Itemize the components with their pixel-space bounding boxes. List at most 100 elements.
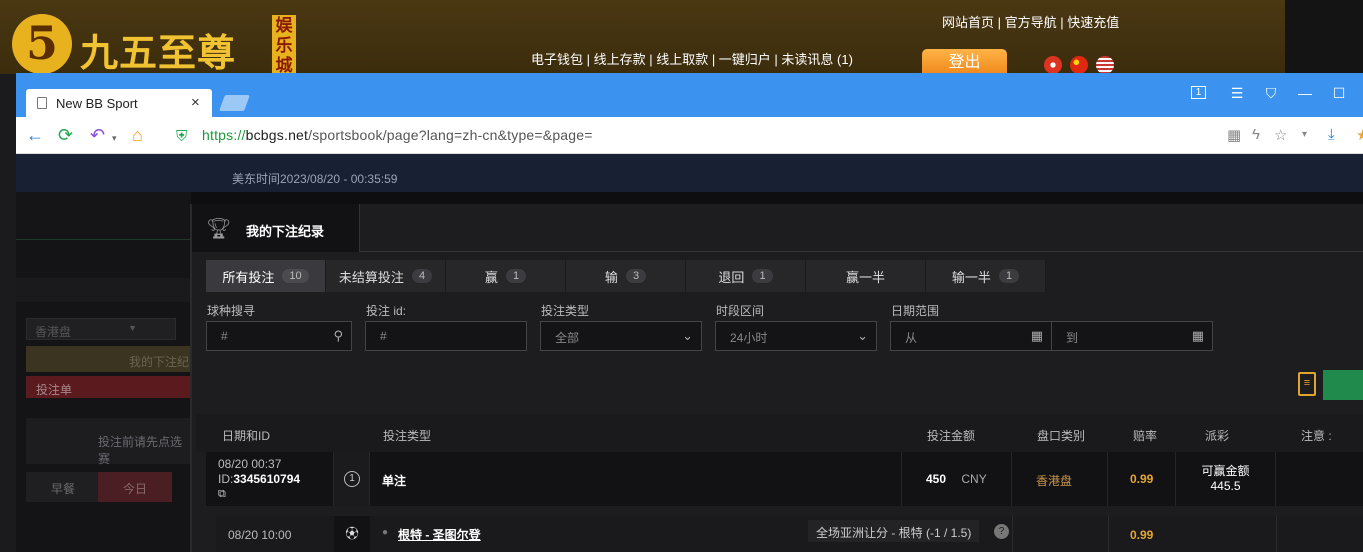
col-bet-type: 投注类型 xyxy=(383,429,432,443)
date-from-placeholder: 从 xyxy=(905,331,918,345)
bet-history-panel: 🏆︎ 我的下注纪录 所有投注 10 未结算投注 4 赢1 输3 退回 1 赢一半 输一… xyxy=(190,204,1363,552)
home-icon[interactable]: ⌂ xyxy=(132,125,143,145)
maximize-icon[interactable]: ☐ xyxy=(1328,85,1350,102)
server-time: 美东时间2023/08/20 - 00:35:59 xyxy=(232,172,398,186)
bet-currency: CNY xyxy=(961,472,987,486)
date-to-input[interactable]: 到 ▦ xyxy=(1051,321,1213,351)
url-host: bcbgs.net xyxy=(245,127,309,143)
payout-value: 445.5 xyxy=(1210,479,1241,493)
odds-format-select[interactable]: 香港盘 ▼ xyxy=(26,318,176,340)
cn-flag-icon[interactable] xyxy=(1070,56,1088,74)
chevron-down-icon: ⌄ xyxy=(857,328,868,343)
table-row[interactable]: 08/20 10:00 ⚽︎ ● 根特 - 圣图尔登 全场亚洲让分 - 根特 (… xyxy=(216,516,1363,552)
download-icon[interactable]: ⤓ xyxy=(1328,126,1335,143)
calendar-icon[interactable]: ▦ xyxy=(1192,328,1204,344)
qr-icon[interactable]: ▦ xyxy=(1227,126,1241,144)
tab-label: 输一半 xyxy=(951,269,991,285)
search-icon[interactable]: ⚲ xyxy=(333,328,343,344)
panel-title: 我的下注纪录 xyxy=(246,224,325,239)
cell-type: 单注 xyxy=(370,452,902,506)
info-icon[interactable]: ? xyxy=(994,524,1009,539)
logout-button[interactable]: 登出 xyxy=(922,49,1007,74)
divider xyxy=(1276,516,1277,552)
left-sidebar: 香港盘 ▼ 我的下注纪 投注单 投注前请先点选赛 早餐 今日 xyxy=(16,192,191,552)
back-icon[interactable]: ← xyxy=(26,125,44,145)
calendar-icon[interactable]: ▦ xyxy=(1031,328,1043,344)
undo-icon[interactable]: ↶ xyxy=(90,125,105,145)
menu-icon[interactable]: ☰ xyxy=(1226,85,1248,102)
star-icon[interactable]: ☆ xyxy=(1274,126,1287,144)
table-row[interactable]: 08/20 00:37 ID:3345610794 ⧉ 1 单注 450 CNY… xyxy=(206,452,1363,506)
match-name[interactable]: 根特 - 圣图尔登 xyxy=(398,526,481,543)
browser-tab[interactable]: New BB Sport × xyxy=(26,89,212,117)
top-links[interactable]: 网站首页 | 官方导航 | 快速充值 xyxy=(942,12,1119,31)
search-submit-button[interactable] xyxy=(1323,370,1363,400)
refresh-icon[interactable]: ⟳ xyxy=(58,125,73,145)
bet-slip-prompt: 投注前请先点选赛 xyxy=(26,418,191,466)
date-to-placeholder: 到 xyxy=(1066,331,1079,345)
tab-half-won[interactable]: 赢一半 xyxy=(806,260,926,292)
bet-type: 单注 xyxy=(382,474,407,488)
tab-label: 赢 xyxy=(484,269,498,285)
odds-format-value: 香港盘 xyxy=(35,325,72,339)
count-badge: 3 xyxy=(625,269,647,283)
bet-id-label: 投注 id: xyxy=(366,304,407,318)
date-from-input[interactable]: 从 ▦ xyxy=(890,321,1052,351)
sport-search-input[interactable]: # ⚲ xyxy=(206,321,352,351)
bet-datetime: 08/20 00:37 xyxy=(218,457,282,471)
document-icon xyxy=(37,97,47,109)
cell-payout: 可赢金额 445.5 xyxy=(1176,452,1276,506)
clipboard-icon[interactable]: ≡ xyxy=(1298,372,1316,396)
sidebar-band xyxy=(16,278,191,302)
browser-window: New BB Sport × 1 ☰ ⛉ — ☐ ← ⟳ ↶ ▾ ⌂ ⛨ htt… xyxy=(16,73,1363,552)
us-flag-icon[interactable] xyxy=(1096,56,1114,74)
bet-type-label: 投注类型 xyxy=(541,304,590,318)
minimize-icon[interactable]: — xyxy=(1294,85,1316,101)
col-notes: 注意 : xyxy=(1301,429,1332,443)
dropdown-icon[interactable]: ▾ xyxy=(112,128,117,148)
sport-search-placeholder: # xyxy=(221,329,228,343)
panel-header: 🏆︎ 我的下注纪录 xyxy=(192,204,360,252)
shirt-icon[interactable]: ⛉ xyxy=(1260,85,1282,102)
table-header: 日期和ID 投注类型 投注金额 盘口类别 赔率 派彩 注意 : xyxy=(196,414,1363,452)
url-field[interactable]: https://bcbgs.net/sportsbook/page?lang=z… xyxy=(202,127,593,143)
tab-unsettled[interactable]: 未结算投注 4 xyxy=(326,260,446,292)
tab-half-lost[interactable]: 输一半 1 xyxy=(926,260,1046,292)
my-bets-link[interactable]: 我的下注纪 xyxy=(26,346,191,372)
cell-legs: 1 xyxy=(334,452,370,506)
url-protocol: https:// xyxy=(202,127,246,143)
tab-title: New BB Sport xyxy=(56,96,138,111)
tab-refunded[interactable]: 退回 1 xyxy=(686,260,806,292)
tab-won[interactable]: 赢1 xyxy=(446,260,566,292)
tab-all-bets[interactable]: 所有投注 10 xyxy=(206,260,326,292)
account-links[interactable]: 电子钱包 | 线上存款 | 线上取款 | 一键归户 | 未读讯息 (1) xyxy=(531,49,853,68)
tab-label: 退回 xyxy=(718,269,745,285)
address-bar: ← ⟳ ↶ ▾ ⌂ ⛨ https://bcbgs.net/sportsbook… xyxy=(16,117,1363,154)
bet-type-value: 全部 xyxy=(555,331,580,345)
bet-odds: 0.99 xyxy=(1130,472,1154,486)
copy-icon[interactable]: ⧉ xyxy=(218,487,333,502)
col-payout: 派彩 xyxy=(1205,429,1230,443)
period-select[interactable]: 24小时 ⌄ xyxy=(715,321,877,351)
tab-today[interactable]: 今日 xyxy=(98,472,172,502)
extension-icon[interactable]: ★ xyxy=(1356,126,1363,144)
lightning-icon[interactable]: ϟ xyxy=(1252,126,1260,143)
bet-market: 香港盘 xyxy=(1036,474,1073,488)
hk-flag-icon[interactable] xyxy=(1044,56,1062,74)
trophy-icon: 🏆︎ xyxy=(206,218,232,240)
bet-id-input[interactable]: # xyxy=(365,321,527,351)
close-icon[interactable]: × xyxy=(191,94,200,111)
count-badge: 4 xyxy=(411,269,433,283)
chevron-down-icon[interactable]: ▾ xyxy=(1302,129,1307,140)
tab-early[interactable]: 早餐 xyxy=(26,472,100,502)
sport-search-label: 球种搜寻 xyxy=(207,304,256,318)
tab-bar: New BB Sport × 1 ☰ ⛉ — ☐ xyxy=(16,73,1363,117)
bullet-icon: ● xyxy=(382,527,389,538)
tab-list-icon[interactable]: 1 xyxy=(1191,86,1206,99)
cell-amount: 450 CNY xyxy=(902,452,1012,506)
bet-slip-header: 投注单 xyxy=(26,376,191,398)
tab-lost[interactable]: 输3 xyxy=(566,260,686,292)
time-bar: 美东时间2023/08/20 - 00:35:59 xyxy=(16,154,1363,192)
bet-type-select[interactable]: 全部 ⌄ xyxy=(540,321,702,351)
new-tab-button[interactable] xyxy=(219,95,250,111)
